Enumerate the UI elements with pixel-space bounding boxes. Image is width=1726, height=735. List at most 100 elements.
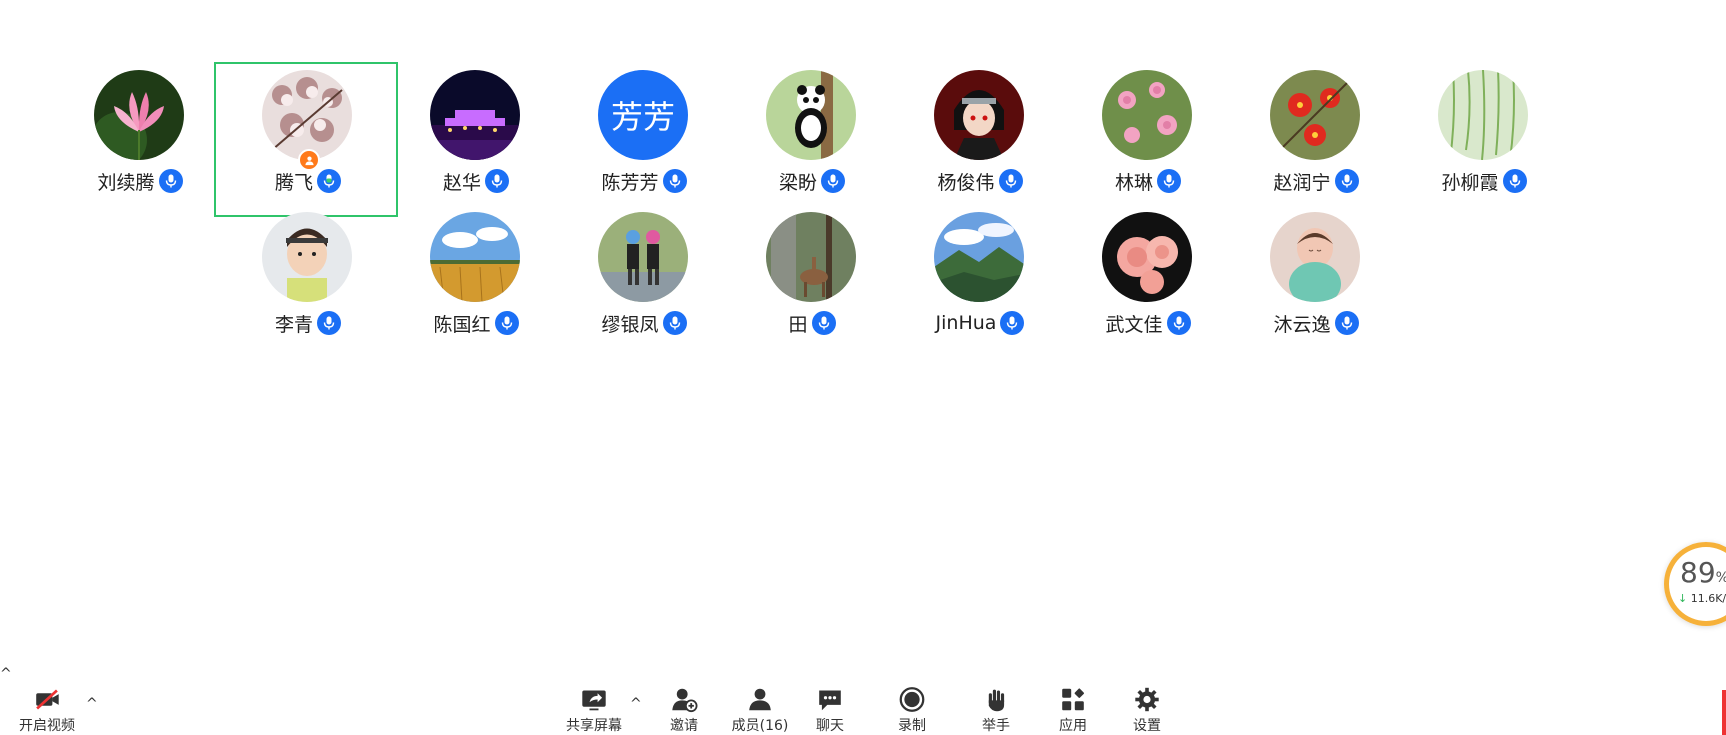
settings-button[interactable]: 设置: [1127, 672, 1167, 735]
participant-tile[interactable]: 孙柳霞: [1390, 62, 1574, 217]
participant-name-row: 武文佳: [1056, 310, 1240, 336]
participant-name: 刘续腾: [97, 171, 155, 194]
participant-name-row: 赵华: [384, 168, 568, 194]
chat-button[interactable]: 聊天: [810, 672, 850, 735]
participant-tile[interactable]: 芳芳 陈芳芳: [550, 62, 734, 217]
share-screen-button[interactable]: 共享屏幕: [563, 672, 625, 735]
participant-name-row: 腾飞: [216, 168, 400, 194]
avatar: [94, 70, 184, 160]
participant-tile[interactable]: 腾飞: [214, 62, 398, 217]
settings-label: 设置: [1133, 718, 1161, 734]
participant-grid: 刘续腾 腾飞 赵华 芳芳 陈芳芳 梁盼 杨俊伟 林琳 赵润宁 孙柳霞 李青 陈国红 缪银凤田 JinHua…: [0, 0, 1726, 600]
participant-name-row: 梁盼: [720, 168, 904, 194]
network-percent: 89%: [1680, 556, 1726, 589]
avatar: [766, 212, 856, 302]
members-button[interactable]: 成员(16): [729, 672, 791, 735]
participant-name-row: JinHua: [888, 310, 1072, 336]
participant-name-row: 杨俊伟: [888, 168, 1072, 194]
participant-name: 李青: [274, 313, 313, 336]
avatar: [262, 70, 352, 160]
chat-icon: [819, 690, 841, 711]
participant-tile[interactable]: 赵华: [382, 62, 566, 217]
avatar: [1102, 70, 1192, 160]
microphone-icon: [494, 311, 519, 335]
microphone-icon: [998, 169, 1023, 193]
participant-tile[interactable]: 林琳: [1054, 62, 1238, 217]
invite-button[interactable]: 邀请: [664, 672, 704, 735]
participant-name: 林琳: [1114, 171, 1153, 194]
participant-tile[interactable]: 沐云逸: [1222, 204, 1406, 359]
microphone-icon: [1157, 169, 1181, 193]
participant-name-row: 陈芳芳: [552, 168, 736, 194]
avatar: [598, 212, 688, 302]
chat-label: 聊天: [816, 718, 844, 734]
participant-tile[interactable]: 杨俊伟: [886, 62, 1070, 217]
participant-name: 陈芳芳: [601, 171, 659, 194]
participant-name: 田: [788, 313, 808, 336]
avatar: 芳芳: [598, 70, 688, 160]
avatar: [430, 212, 520, 302]
apps-label: 应用: [1059, 718, 1087, 734]
participant-name-row: 缪银凤: [552, 310, 736, 336]
participant-name-row: 赵润宁: [1224, 168, 1408, 194]
microphone-icon: [821, 169, 845, 193]
invite-label: 邀请: [670, 718, 698, 734]
members-icon: [749, 688, 771, 711]
microphone-icon: [1334, 311, 1359, 335]
participant-tile[interactable]: 李青: [214, 204, 398, 359]
participant-tile[interactable]: 赵润宁: [1222, 62, 1406, 217]
participant-name: 腾飞: [274, 171, 313, 194]
avatar: [934, 70, 1024, 160]
add-user-icon: [672, 688, 698, 713]
participant-name: JinHua: [935, 312, 997, 334]
microphone-icon: [317, 169, 341, 193]
participant-tile[interactable]: 梁盼: [718, 62, 902, 217]
participant-tile[interactable]: 缪银凤: [550, 204, 734, 359]
avatar: [766, 70, 856, 160]
microphone-icon: [1502, 169, 1527, 193]
participant-tile[interactable]: 武文佳: [1054, 204, 1238, 359]
participant-name-row: 李青: [216, 310, 400, 336]
microphone-icon: [317, 311, 341, 335]
start-video-button[interactable]: 开启视频: [16, 672, 78, 735]
members-label: 成员(16): [731, 718, 789, 734]
microphone-icon: [811, 311, 836, 335]
avatar: [1270, 70, 1360, 160]
microphone-icon: [485, 169, 509, 193]
avatar: [1438, 70, 1528, 160]
apps-icon: [1062, 688, 1085, 711]
participant-tile[interactable]: 刘续腾: [46, 62, 230, 217]
participant-tile[interactable]: JinHua: [886, 204, 1070, 359]
participant-name: 缪银凤: [601, 313, 659, 336]
participant-tile[interactable]: 田: [718, 204, 902, 359]
microphone-icon: [1166, 311, 1191, 335]
participant-name: 沐云逸: [1273, 313, 1331, 336]
participant-name-row: 陈国红: [384, 310, 568, 336]
avatar: [262, 212, 352, 302]
avatar: [934, 212, 1024, 302]
record-button[interactable]: 录制: [892, 672, 932, 735]
participant-name: 陈国红: [433, 313, 491, 336]
raise-hand-label: 举手: [982, 718, 1010, 734]
chevron-up-icon[interactable]: ^: [0, 666, 12, 682]
apps-button[interactable]: 应用: [1053, 672, 1093, 735]
participant-name-row: 孙柳霞: [1392, 168, 1576, 194]
bottom-toolbar: ^ 开启视频 ^ 共享屏幕 ^ 邀请 成员(16) 聊天 录制 举手 应用 设置: [0, 666, 1726, 735]
participant-name-row: 林琳: [1056, 168, 1240, 194]
video-off-icon: [36, 689, 59, 710]
share-screen-icon: [582, 690, 606, 711]
avatar: [430, 70, 520, 160]
network-rate: ↓ 11.6K/s: [1678, 592, 1726, 605]
share-screen-label: 共享屏幕: [566, 718, 622, 734]
video-options-chevron-icon[interactable]: ^: [86, 696, 98, 712]
start-video-label: 开启视频: [19, 718, 75, 734]
raise-hand-button[interactable]: 举手: [976, 672, 1016, 735]
gear-icon: [1135, 687, 1159, 712]
share-options-chevron-icon[interactable]: ^: [630, 696, 642, 712]
record-label: 录制: [898, 718, 926, 734]
microphone-icon: [662, 311, 687, 335]
participant-tile[interactable]: 陈国红: [382, 204, 566, 359]
participant-name-row: 沐云逸: [1224, 310, 1408, 336]
record-icon: [899, 687, 925, 712]
microphone-icon: [1334, 169, 1359, 193]
